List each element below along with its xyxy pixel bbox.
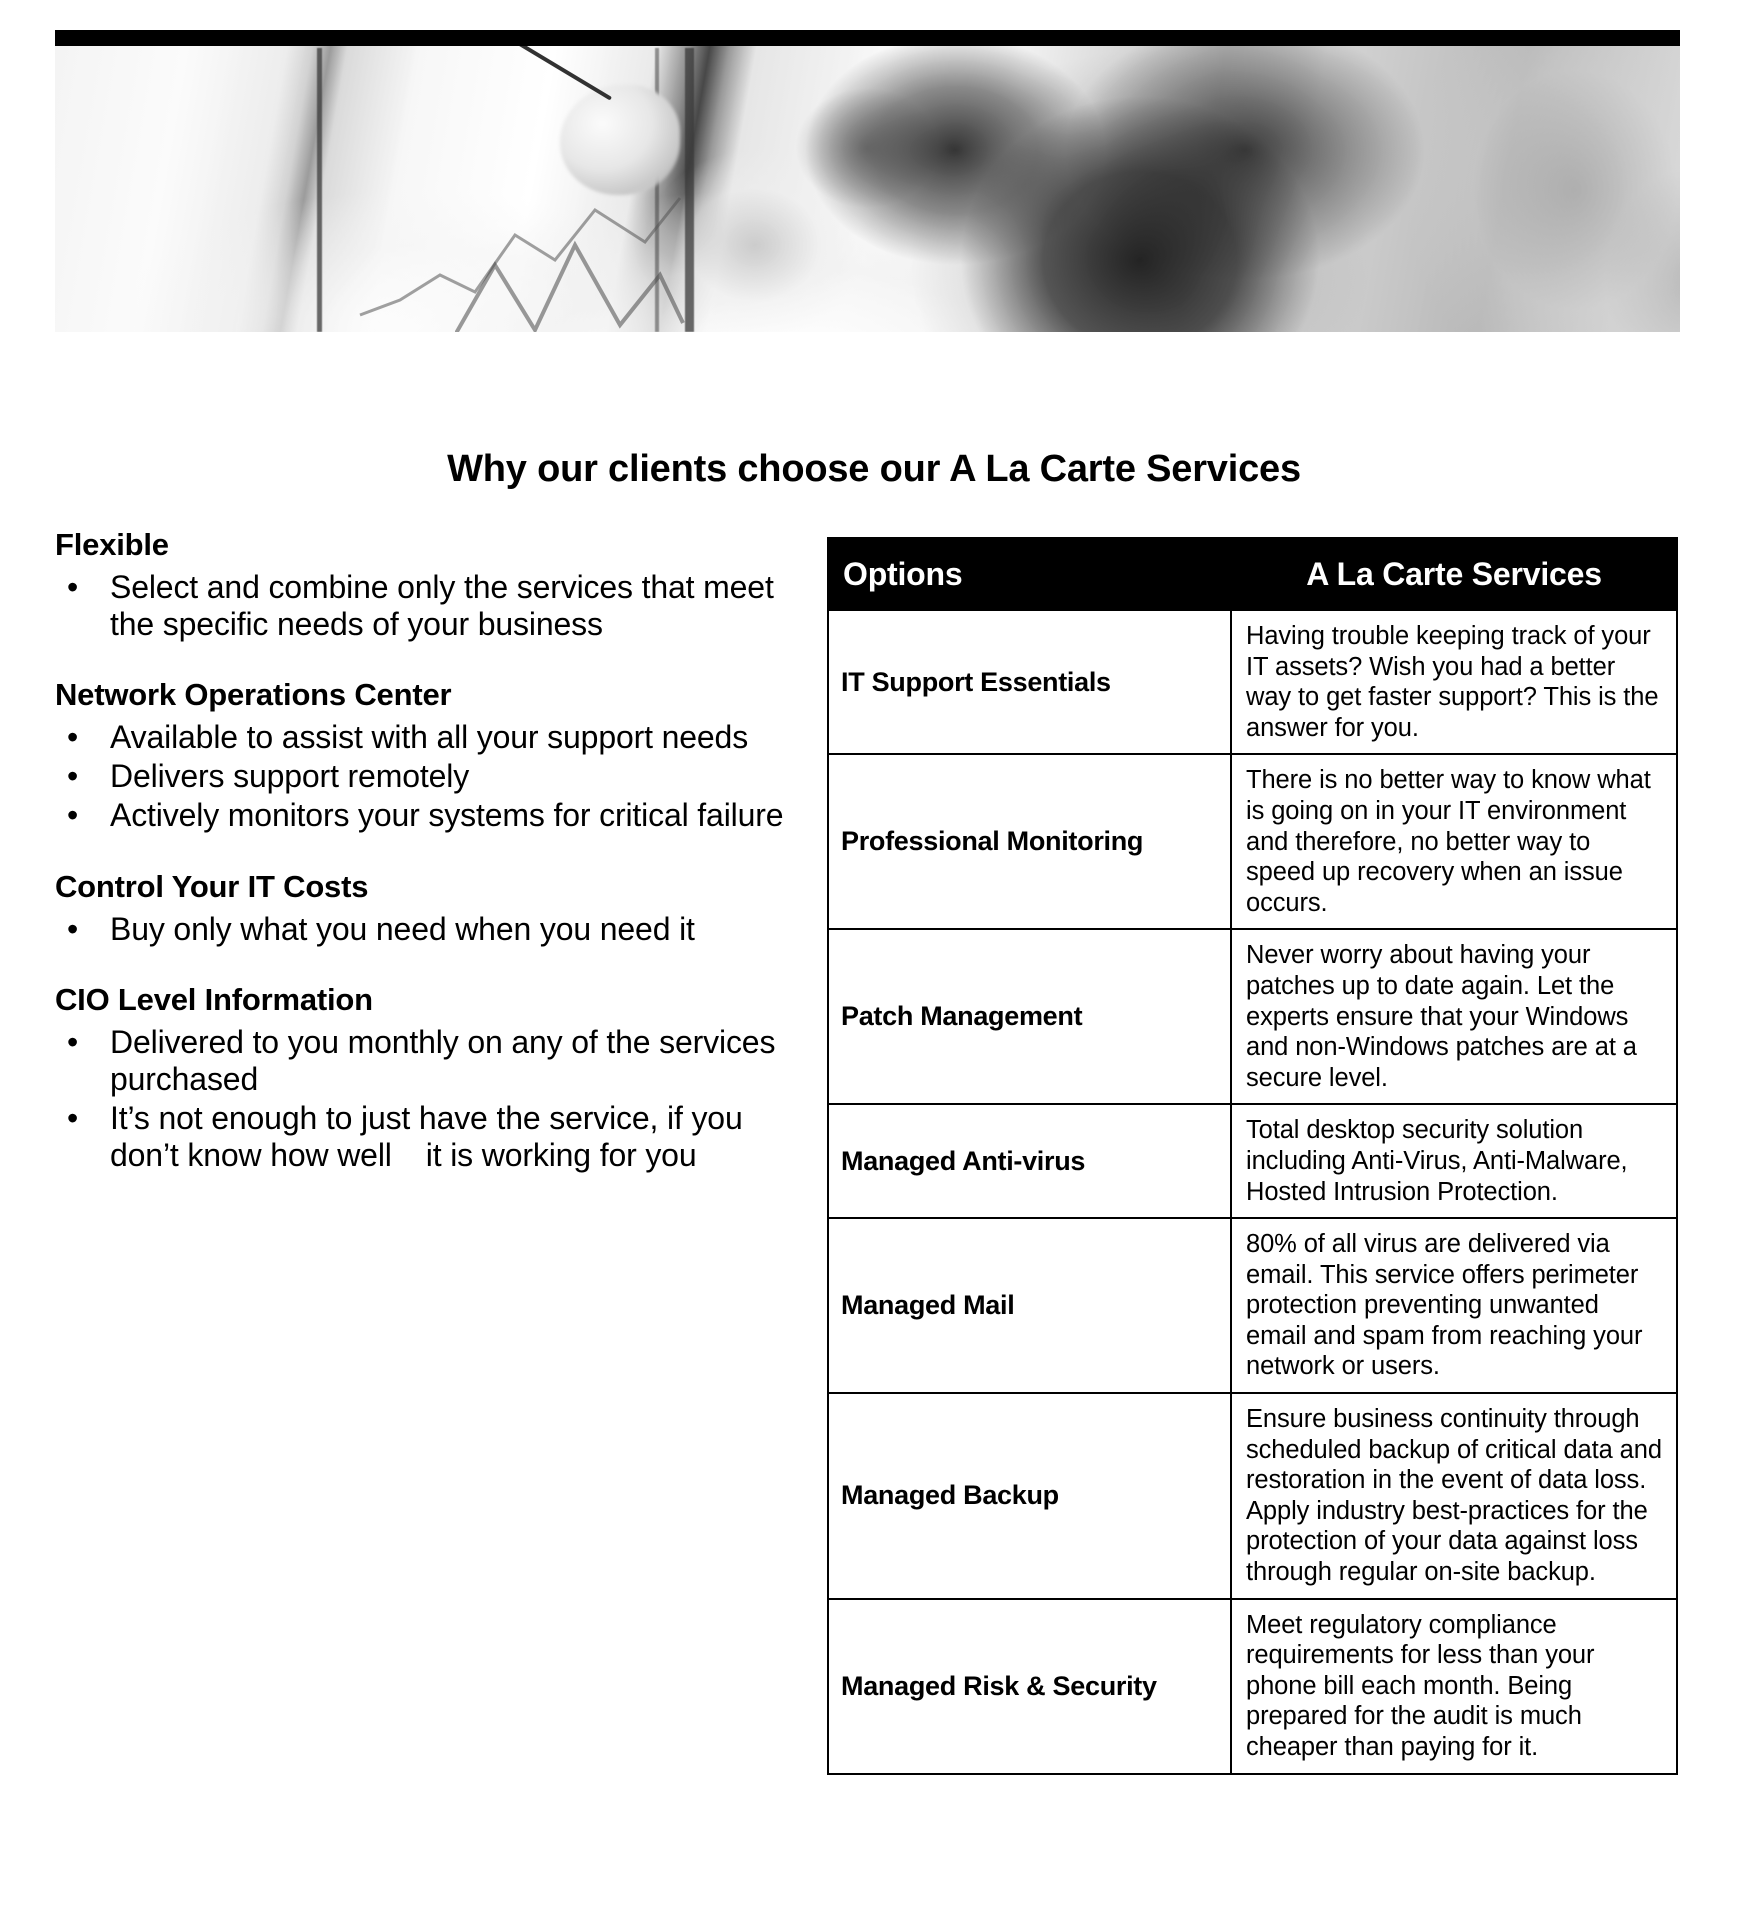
benefits-column: Flexible • Select and combine only the se… [55, 527, 800, 1176]
bullet-dot-icon: • [67, 758, 79, 795]
option-description: Having trouble keeping track of your IT … [1230, 608, 1678, 756]
option-description: Ensure business continuity through sched… [1230, 1392, 1678, 1600]
column-header-services: A La Carte Services [1230, 537, 1678, 611]
section-heading: Flexible [55, 527, 169, 562]
list-item: • Select and combine only the services th… [55, 569, 800, 643]
table-row: Managed Anti-virus Total desktop securit… [827, 1103, 1678, 1220]
header-image [55, 30, 1680, 332]
option-description: 80% of all virus are delivered via email… [1230, 1217, 1678, 1395]
option-name: IT Support Essentials [827, 608, 1232, 756]
option-name: Managed Anti-virus [827, 1103, 1232, 1220]
bullet-dot-icon: • [67, 910, 79, 947]
list-item: • Buy only what you need when you need it [55, 911, 800, 948]
benefit-section-flexible: Flexible • Select and combine only the se… [55, 527, 800, 643]
option-name: Patch Management [827, 928, 1232, 1106]
bullet-text: Select and combine only the services tha… [110, 569, 774, 643]
bullet-dot-icon: • [67, 1099, 79, 1136]
section-heading: Network Operations Center [55, 677, 452, 713]
pointing-hand [560, 85, 680, 195]
table-header-row: Options A La Carte Services [827, 537, 1678, 611]
flipchart-edge-left [317, 48, 322, 332]
bullet-list: • Buy only what you need when you need it [55, 911, 800, 948]
option-name: Managed Mail [827, 1217, 1232, 1395]
page-title: Why our clients choose our A La Carte Se… [447, 448, 1301, 490]
list-item: • Delivered to you monthly on any of the … [55, 1024, 800, 1098]
bullet-text: Actively monitors your systems for criti… [110, 797, 784, 834]
benefit-section-noc: Network Operations Center • Available to … [55, 677, 800, 834]
table-row: Professional Monitoring There is no bett… [827, 753, 1678, 931]
table-row: Managed Risk & Security Meet regulatory … [827, 1597, 1678, 1775]
bullet-text-after-gap: it is working for you [425, 1136, 697, 1173]
table-row: IT Support Essentials Having trouble kee… [827, 608, 1678, 756]
bullet-text: Delivers support remotely [110, 758, 470, 795]
header-black-bar [55, 30, 1680, 46]
table-row: Patch Management Never worry about havin… [827, 928, 1678, 1106]
bullet-text: Buy only what you need when you need it [110, 910, 695, 947]
bullet-dot-icon: • [67, 719, 79, 756]
column-header-options: Options [827, 537, 1232, 611]
bullet-list: • Available to assist with all your suppo… [55, 719, 800, 834]
option-name: Managed Risk & Security [827, 1597, 1232, 1775]
bullet-list: • Delivered to you monthly on any of the … [55, 1024, 800, 1174]
list-item: • Actively monitors your systems for crit… [55, 797, 800, 834]
bullet-dot-icon: • [67, 1023, 79, 1060]
option-description: There is no better way to know what is g… [1230, 753, 1678, 931]
option-description: Total desktop security solution includin… [1230, 1103, 1678, 1220]
benefit-section-costs: Control Your IT Costs • Buy only what you… [55, 869, 800, 948]
bullet-list: • Select and combine only the services th… [55, 569, 800, 643]
table-row: Managed Backup Ensure business continuit… [827, 1392, 1678, 1600]
flipchart-chart-zigzag [455, 240, 685, 332]
option-name: Managed Backup [827, 1392, 1232, 1600]
bullet-dot-icon: • [67, 797, 79, 834]
bullet-text: Available to assist with all your suppor… [110, 719, 749, 756]
option-description: Never worry about having your patches up… [1230, 928, 1678, 1106]
bullet-dot-icon: • [67, 569, 79, 605]
section-heading: CIO Level Information [55, 981, 373, 1017]
list-item: • Available to assist with all your suppo… [55, 719, 800, 756]
table-row: Managed Mail 80% of all virus are delive… [827, 1217, 1678, 1395]
services-table: Options A La Carte Services IT Support E… [827, 537, 1678, 1775]
option-name: Professional Monitoring [827, 753, 1232, 931]
list-item: • Delivers support remotely [55, 758, 800, 795]
list-item: • It’s not enough to just have the servic… [55, 1100, 800, 1174]
benefit-section-cio: CIO Level Information • Delivered to you … [55, 982, 800, 1174]
business-meeting-photo [55, 30, 1680, 332]
bullet-text: Delivered to you monthly on any of the s… [110, 1023, 776, 1097]
section-heading: Control Your IT Costs [55, 868, 369, 904]
option-description: Meet regulatory compliance requirements … [1230, 1597, 1678, 1775]
flipchart-edge-mid [685, 48, 694, 332]
